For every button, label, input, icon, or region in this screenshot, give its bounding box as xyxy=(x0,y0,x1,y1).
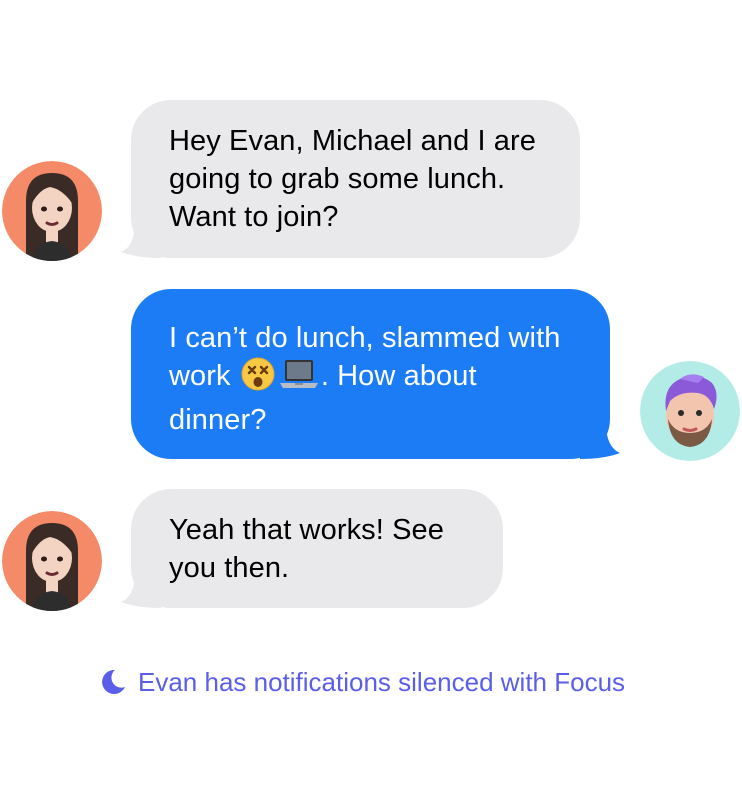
dizzy-face-emoji xyxy=(241,357,275,401)
focus-status: Evan has notifications silenced with Foc… xyxy=(98,664,625,700)
woman-memoji-avatar xyxy=(2,161,102,261)
laptop-emoji xyxy=(279,357,319,401)
moon-icon xyxy=(102,669,125,694)
bubble-tail xyxy=(121,572,161,608)
incoming-message-bubble[interactable]: Hey Evan, Michael and I are going to gra… xyxy=(121,100,580,258)
focus-status-text: Evan has notifications silenced with Foc… xyxy=(138,666,626,697)
outgoing-message-bubble[interactable]: I can’t do lunch, slammed with work . Ho… xyxy=(131,289,620,459)
woman-memoji-avatar xyxy=(2,511,102,611)
contact-avatar xyxy=(2,161,102,261)
message-text: Hey Evan, Michael and I are going to gra… xyxy=(169,125,536,233)
contact-avatar xyxy=(640,361,740,461)
man-memoji-avatar xyxy=(640,361,740,461)
bubble-tail xyxy=(121,222,161,258)
incoming-message-bubble[interactable]: Yeah that works! See you then. xyxy=(121,489,503,608)
contact-avatar xyxy=(2,511,102,611)
message-text: I can’t do lunch, slammed with work . Ho… xyxy=(169,319,572,439)
bubble-tail xyxy=(580,423,620,459)
message-text: Yeah that works! See you then. xyxy=(169,514,444,584)
